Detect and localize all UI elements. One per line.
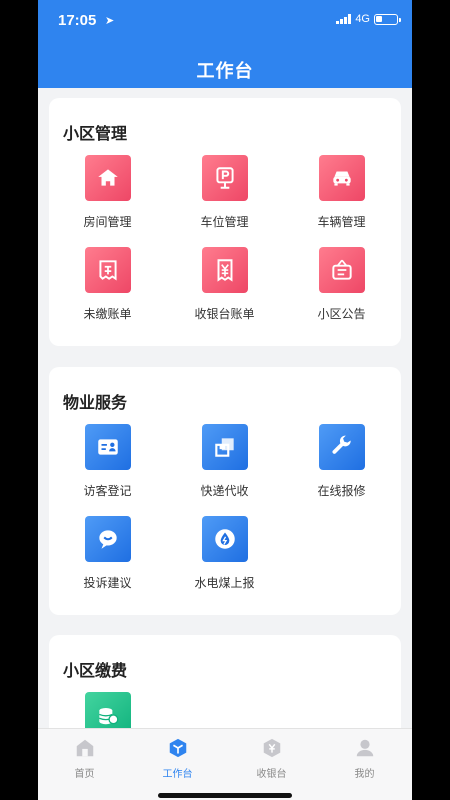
item-label: 水电煤上报 xyxy=(194,576,255,590)
express-collection-button[interactable]: 快递代收 xyxy=(166,424,283,499)
tab-label: 收银台 xyxy=(256,769,287,780)
express-box-icon xyxy=(201,424,248,470)
item-label: 快递代收 xyxy=(200,484,249,498)
battery-icon xyxy=(374,13,401,25)
tab-label: 我的 xyxy=(354,769,375,780)
cashier-bill-icon xyxy=(201,247,248,293)
signal-icon xyxy=(336,14,352,24)
item-label: 车位管理 xyxy=(200,215,249,229)
complaint-suggestion-button[interactable]: 投诉建议 xyxy=(49,516,166,591)
tab-workbench[interactable]: 工作台 xyxy=(131,737,224,780)
status-time: 17:05 xyxy=(58,12,97,29)
item-label: 收银台账单 xyxy=(194,307,255,321)
network-status: 4G xyxy=(336,13,401,25)
unpaid-bill-icon xyxy=(84,247,131,293)
item-label: 投诉建议 xyxy=(83,576,132,590)
workbench-cube-icon xyxy=(169,738,186,758)
community-announcement-button[interactable]: 小区公告 xyxy=(283,247,400,322)
tab-profile[interactable]: 我的 xyxy=(318,737,411,780)
status-bar: 17:05 ➤ 4G xyxy=(38,12,412,32)
tab-cashier[interactable]: 收银台 xyxy=(225,737,318,780)
profile-icon xyxy=(356,739,373,757)
vehicle-management-button[interactable]: 车辆管理 xyxy=(283,155,400,230)
chat-bubble-icon xyxy=(84,516,131,562)
item-label: 未缴账单 xyxy=(83,307,132,321)
location-arrow-icon: ➤ xyxy=(105,15,115,27)
tab-label: 工作台 xyxy=(162,769,193,780)
room-management-button[interactable]: 房间管理 xyxy=(49,155,166,230)
visitor-card-icon xyxy=(84,424,131,470)
item-label: 车辆管理 xyxy=(317,215,366,229)
cashier-icon xyxy=(263,738,280,758)
tab-home[interactable]: 首页 xyxy=(38,737,131,780)
tab-label: 首页 xyxy=(74,769,95,780)
home-icon xyxy=(76,739,93,757)
utility-report-button[interactable]: 水电煤上报 xyxy=(166,516,283,591)
item-label: 小区公告 xyxy=(317,307,366,321)
visitor-registration-button[interactable]: 访客登记 xyxy=(49,424,166,499)
water-drop-icon xyxy=(201,516,248,562)
house-icon xyxy=(84,155,131,201)
online-repair-button[interactable]: 在线报修 xyxy=(283,424,400,499)
section-property-services: 物业服务 访客登记 快递代收 在线报修 投诉建议 水电煤上报 xyxy=(49,367,401,615)
cashier-bills-button[interactable]: 收银台账单 xyxy=(166,247,283,322)
wrench-icon xyxy=(318,424,365,470)
item-label: 访客登记 xyxy=(83,484,132,498)
section-community-management: 小区管理 房间管理 车位管理 车辆管理 未缴账单 收银台账单 小区公告 xyxy=(49,98,401,346)
bottom-tab-bar: 首页 工作台 收银台 我的 xyxy=(38,728,412,800)
section-title: 小区缴费 xyxy=(63,663,128,680)
section-title: 小区管理 xyxy=(63,126,128,143)
network-type: 4G xyxy=(355,13,370,25)
home-indicator xyxy=(158,793,292,798)
unpaid-bills-button[interactable]: 未缴账单 xyxy=(49,247,166,322)
parking-icon xyxy=(201,155,248,201)
car-icon xyxy=(318,155,365,201)
item-label: 在线报修 xyxy=(317,484,366,498)
top-header: 17:05 ➤ 4G 工作台 xyxy=(38,0,412,88)
announcement-icon xyxy=(318,247,365,293)
app-screen: 17:05 ➤ 4G 工作台 小区管理 房间管理 车位管理 车辆管理 未缴账单 … xyxy=(38,0,412,800)
section-title: 物业服务 xyxy=(63,395,128,412)
parking-management-button[interactable]: 车位管理 xyxy=(166,155,283,230)
page-title: 工作台 xyxy=(196,61,254,81)
item-label: 房间管理 xyxy=(83,215,132,229)
